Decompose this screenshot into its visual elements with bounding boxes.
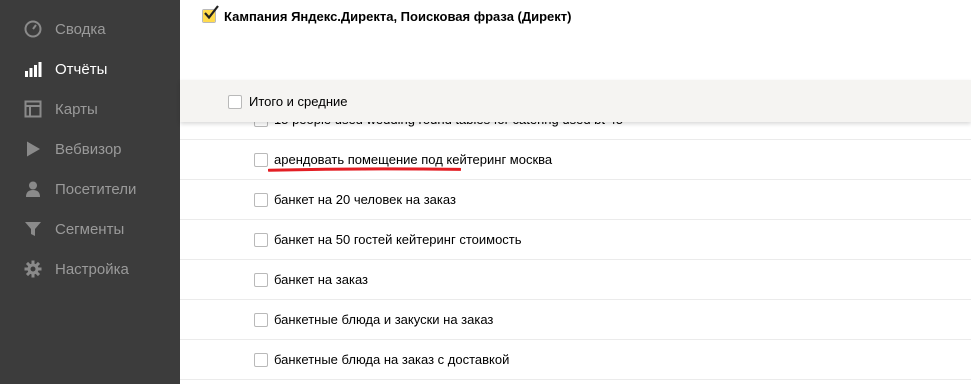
- row-label: банкет на 20 человек на заказ: [274, 192, 456, 207]
- sidebar-item-label: Отчёты: [55, 60, 108, 78]
- list-item[interactable]: банкет на заказ: [180, 260, 971, 300]
- gauge-icon: [24, 20, 42, 38]
- row-checkbox[interactable]: [254, 193, 268, 207]
- list-item[interactable]: арендовать помещение под кейтеринг москв…: [180, 140, 971, 180]
- row-label: банкет на 50 гостей кейтеринг стоимость: [274, 232, 522, 247]
- totals-checkbox[interactable]: [228, 94, 242, 109]
- totals-bar: Итого и средние: [180, 80, 971, 122]
- row-label: банкет на заказ: [274, 272, 368, 287]
- bar-chart-icon: [24, 60, 42, 78]
- sidebar-item-label: Настройка: [55, 260, 129, 278]
- row-checkbox[interactable]: [254, 153, 268, 167]
- map-layout-icon: [24, 100, 42, 118]
- campaign-checkbox[interactable]: [202, 5, 219, 23]
- sidebar-item-segments[interactable]: Сегменты: [0, 209, 180, 249]
- list-item[interactable]: банкет на 50 гостей кейтеринг стоимость: [180, 220, 971, 260]
- list-item[interactable]: банкетные блюда и закуски на заказ: [180, 300, 971, 340]
- list-item[interactable]: банкетные блюда на заказ с доставкой: [180, 340, 971, 380]
- sidebar: Сводка Отчёты Карты Вебвизор Посетители …: [0, 0, 180, 384]
- list-item[interactable]: банкет на 20 человек на заказ: [180, 180, 971, 220]
- filter-icon: [24, 220, 42, 238]
- row-label: арендовать помещение под кейтеринг москв…: [274, 152, 553, 167]
- sidebar-item-webvisor[interactable]: Вебвизор: [0, 129, 180, 169]
- sidebar-item-summary[interactable]: Сводка: [0, 9, 180, 49]
- totals-toggle[interactable]: Итого и средние: [228, 94, 347, 109]
- row-label: банкетные блюда на заказ с доставкой: [274, 352, 510, 367]
- sidebar-item-settings[interactable]: Настройка: [0, 249, 180, 289]
- report-grouping-panel: Кампания Яндекс.Директа, Поисковая фраза…: [180, 0, 971, 384]
- totals-label: Итого и средние: [249, 94, 348, 109]
- row-checkbox[interactable]: [254, 233, 268, 247]
- user-icon: [24, 180, 42, 198]
- row-checkbox[interactable]: [254, 273, 268, 287]
- sidebar-item-maps[interactable]: Карты: [0, 89, 180, 129]
- play-icon: [24, 140, 42, 158]
- row-label: банкетные блюда и закуски на заказ: [274, 312, 494, 327]
- sidebar-item-label: Сегменты: [55, 220, 125, 238]
- sidebar-item-visitors[interactable]: Посетители: [0, 169, 180, 209]
- gear-icon: [24, 260, 42, 278]
- row-checkbox[interactable]: [254, 353, 268, 367]
- row-checkbox[interactable]: [254, 313, 268, 327]
- sidebar-item-reports[interactable]: Отчёты: [0, 49, 180, 89]
- highlight-underline: [268, 167, 461, 172]
- campaign-grouping[interactable]: Кампания Яндекс.Директа, Поисковая фраза…: [200, 5, 572, 26]
- campaign-label: Кампания Яндекс.Директа, Поисковая фраза…: [224, 8, 572, 24]
- checkmark-icon: [204, 5, 219, 20]
- sidebar-item-label: Сводка: [55, 20, 106, 38]
- sidebar-item-label: Карты: [55, 100, 98, 118]
- sidebar-item-label: Посетители: [55, 180, 137, 198]
- sidebar-item-label: Вебвизор: [55, 140, 122, 158]
